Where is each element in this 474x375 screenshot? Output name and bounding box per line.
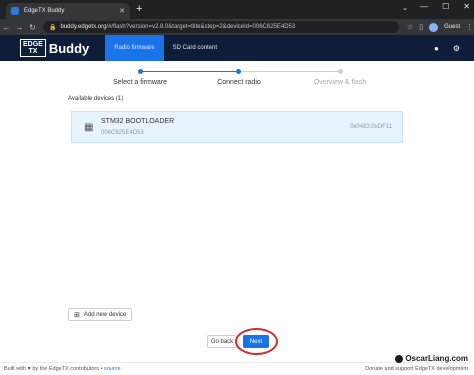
settings-gear-icon[interactable]: ⚙ <box>453 44 460 53</box>
menu-dots-icon[interactable]: ⋮ <box>466 23 473 31</box>
usb-device-icon: ▦ <box>84 121 94 133</box>
step-dot-connect-radio <box>236 69 241 74</box>
url-path: /#/flash?version=v2.8.0&target=tlite&ste… <box>106 24 296 30</box>
device-vid-pid: 0x0483:0xDF11 <box>350 124 392 130</box>
app-header: EDGE TX Buddy Radio firmware SD Card con… <box>0 35 474 61</box>
tab-title: EdgeTX Buddy <box>24 8 65 14</box>
tab-search-icon[interactable]: ⌄ <box>402 4 408 12</box>
minimize-icon[interactable]: — <box>420 2 428 11</box>
forward-arrow-icon[interactable]: → <box>13 23 26 32</box>
close-tab-icon[interactable]: ✕ <box>119 8 125 15</box>
logo-text: Buddy <box>48 40 90 56</box>
browser-tab-bar: EdgeTX Buddy ✕ + ⌄ — ☐ ✕ <box>0 0 474 19</box>
guest-avatar-icon[interactable] <box>429 22 439 32</box>
step-dot-select-firmware <box>138 69 143 74</box>
lock-icon: 🔒 <box>49 24 57 31</box>
add-device-icon: ⊞ <box>74 311 80 319</box>
toolbar-right: ☆ ▯ Guest ⋮ <box>407 22 473 32</box>
github-icon[interactable]: ● <box>434 44 439 53</box>
donate-link[interactable]: Donate and support EdgeTX development <box>365 366 468 372</box>
heart-icon: ♥ <box>27 366 31 372</box>
source-link[interactable]: source <box>104 366 121 372</box>
edgetx-buddy-logo: EDGE TX Buddy <box>20 39 89 57</box>
logo-mark: EDGE TX <box>20 39 46 57</box>
footer-credits: Built with ♥ by the EdgeTX contributors … <box>4 366 121 372</box>
add-new-device-label: Add new device <box>83 311 127 318</box>
step-label-select-firmware[interactable]: Select a firmware <box>113 79 167 86</box>
browser-toolbar: ← → ↻ 🔒 buddy.edgetx.org /#/flash?versio… <box>0 19 474 35</box>
url-domain: buddy.edgetx.org <box>60 24 107 30</box>
header-icons: ● ⚙ <box>434 44 460 53</box>
available-devices-heading: Available devices (1) <box>68 96 124 102</box>
app-footer: Built with ♥ by the EdgeTX contributors … <box>0 362 474 375</box>
flash-stepper: Select a firmware Connect radio Overview… <box>108 66 374 88</box>
close-window-icon[interactable]: ✕ <box>463 2 470 11</box>
next-highlight-circle <box>235 328 278 355</box>
profile-label[interactable]: Guest <box>444 24 460 30</box>
step-dot-overview-flash <box>338 69 343 74</box>
step-label-connect-radio: Connect radio <box>217 79 261 86</box>
stepper-line-done <box>140 71 239 72</box>
logo-line1: EDGE <box>23 41 43 48</box>
bookmark-star-icon[interactable]: ☆ <box>407 23 413 31</box>
tab-sd-card-content[interactable]: SD Card content <box>164 35 226 61</box>
device-name: STM32 BOOTLOADER <box>101 118 175 125</box>
browser-tab[interactable]: EdgeTX Buddy ✕ <box>6 3 130 19</box>
device-text: STM32 BOOTLOADER 006C625E4D53 <box>101 118 174 136</box>
window-controls: — ☐ ✕ <box>420 2 470 11</box>
device-list-item[interactable]: ▦ STM32 BOOTLOADER 006C625E4D53 0x0483:0… <box>71 111 403 143</box>
address-bar[interactable]: 🔒 buddy.edgetx.org /#/flash?version=v2.8… <box>43 21 399 33</box>
tab-radio-firmware[interactable]: Radio firmware <box>105 35 164 61</box>
footer-built-suffix: by the EdgeTX contributors <box>32 366 99 372</box>
step-label-overview-flash: Overview & flash <box>313 79 367 86</box>
watermark-logo-icon <box>395 354 404 363</box>
new-tab-icon[interactable]: + <box>136 3 142 16</box>
device-serial: 006C625E4D53 <box>101 130 144 136</box>
logo-line2: TX <box>28 48 38 55</box>
reload-icon[interactable]: ↻ <box>26 23 39 32</box>
stepper-line-pending <box>239 71 340 72</box>
sidebar-icon[interactable]: ▯ <box>419 23 423 31</box>
add-new-device-button[interactable]: ⊞ Add new device <box>68 308 133 321</box>
watermark-text: OscarLiang.com <box>405 354 468 363</box>
oscarliang-watermark: OscarLiang.com <box>395 354 468 363</box>
maximize-icon[interactable]: ☐ <box>442 2 449 11</box>
edgetx-favicon-icon <box>11 7 19 15</box>
back-arrow-icon[interactable]: ← <box>0 23 13 32</box>
footer-built-prefix: Built with <box>4 366 27 372</box>
go-back-button[interactable]: Go back <box>207 335 237 348</box>
